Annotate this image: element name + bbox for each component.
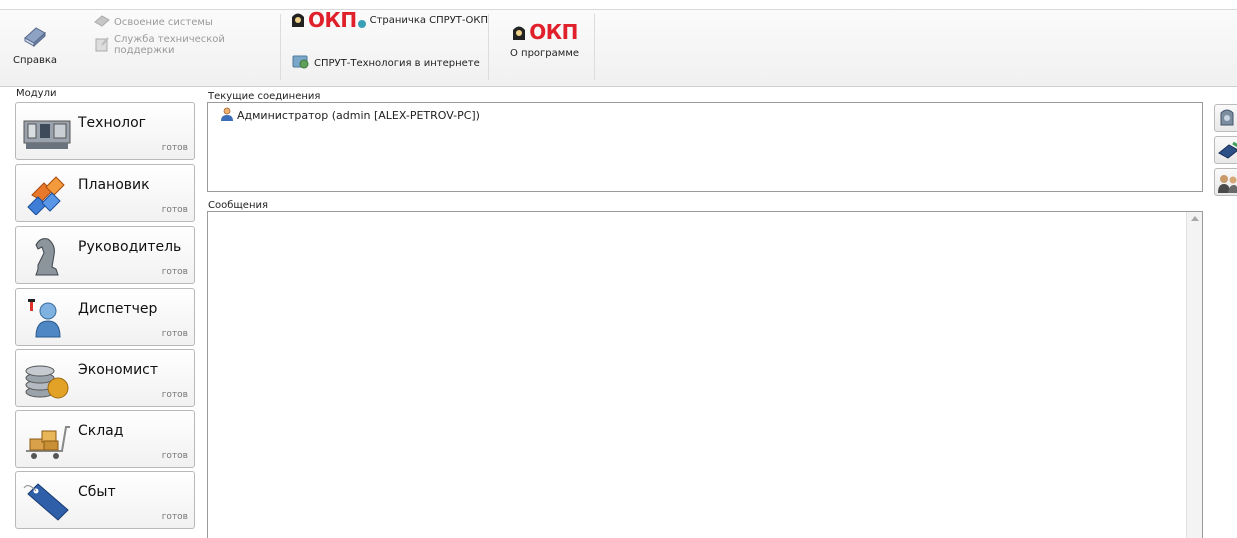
module-technologist[interactable]: Технолог готов <box>15 102 195 160</box>
about-logo-text: ОКП <box>529 20 578 44</box>
module-economist[interactable]: Экономист готов <box>15 349 195 407</box>
sale-tag-icon <box>22 480 74 522</box>
module-status: готов <box>161 451 188 461</box>
okp-logo: ОКП <box>290 7 366 32</box>
learning-button[interactable]: Освоение системы <box>94 14 213 31</box>
ribbon-separator <box>488 14 489 80</box>
messages-label: Сообщения <box>208 200 269 211</box>
module-sales[interactable]: Сбыт готов <box>15 471 195 529</box>
right-tool-button-sprut[interactable] <box>1214 104 1237 132</box>
internet-link-label: СПРУТ-Технология в интернете <box>314 58 480 69</box>
ribbon-separator <box>594 14 595 80</box>
right-tool-button-users[interactable] <box>1214 168 1237 196</box>
module-status: готов <box>161 143 188 153</box>
coins-icon <box>22 358 74 400</box>
support-button[interactable]: Служба технической поддержки <box>94 34 234 56</box>
module-status: готов <box>161 390 188 400</box>
chess-knight-icon <box>22 235 74 277</box>
about-okp-logo: ОКП <box>511 20 578 44</box>
ribbon-separator <box>280 14 281 80</box>
connection-item[interactable]: Администратор (admin [ALEX-PETROV-PC]) <box>220 107 480 124</box>
module-status: готов <box>161 205 188 215</box>
help-button[interactable]: Справка <box>12 24 58 66</box>
modules-label: Модули <box>16 88 57 99</box>
module-title: Экономист <box>78 362 159 378</box>
module-title: Диспетчер <box>78 301 158 317</box>
module-status: готов <box>161 329 188 339</box>
connections-list[interactable]: Администратор (admin [ALEX-PETROV-PC]) <box>207 102 1203 192</box>
module-warehouse[interactable]: Склад готов <box>15 410 195 468</box>
okp-logo-text: ОКП <box>308 7 357 32</box>
book-icon <box>1215 141 1237 163</box>
about-label: О программе <box>510 48 580 59</box>
dispatcher-icon <box>22 297 74 339</box>
module-manager[interactable]: Руководитель готов <box>15 226 195 284</box>
connections-label: Текущие соединения <box>208 91 321 102</box>
module-title: Склад <box>78 423 124 439</box>
about-logo-mark-icon <box>511 23 527 41</box>
module-title: Плановик <box>78 177 150 193</box>
help-label: Справка <box>12 55 58 66</box>
sprut-logo-icon <box>1215 109 1237 131</box>
right-tool-button-help[interactable] <box>1214 136 1237 164</box>
learning-label: Освоение системы <box>114 17 213 28</box>
module-title: Руководитель <box>78 239 182 255</box>
users-icon <box>1215 175 1237 195</box>
scroll-up-arrow-icon[interactable] <box>1191 216 1199 221</box>
okp-page-label: Страничка СПРУТ-ОКП <box>369 14 489 26</box>
connection-text: Администратор (admin [ALEX-PETROV-PC]) <box>237 109 480 122</box>
okp-logo-dot-icon <box>357 20 366 28</box>
module-title: Сбыт <box>78 484 116 500</box>
module-planner[interactable]: Плановик готов <box>15 164 195 222</box>
ribbon-toolbar: Справка Освоение системы Служба техничес… <box>0 9 1237 87</box>
user-icon <box>220 107 234 124</box>
help-book-icon <box>22 24 48 51</box>
okp-logo-mark-icon <box>290 11 306 29</box>
internet-link[interactable]: СПРУТ-Технология в интернете <box>292 54 480 73</box>
support-label: Служба технической поддержки <box>114 34 225 56</box>
messages-scrollbar[interactable] <box>1186 212 1202 538</box>
module-title: Технолог <box>78 115 147 131</box>
machine-icon <box>22 111 74 153</box>
messages-panel[interactable] <box>207 211 1203 538</box>
puzzle-icon <box>22 173 74 216</box>
okp-page-link[interactable]: ОКП Страничка СПРУТ-ОКП <box>290 7 489 32</box>
support-document-icon <box>94 36 110 55</box>
module-status: готов <box>161 512 188 522</box>
module-status: готов <box>161 267 188 277</box>
about-button[interactable]: ОКП О программе <box>510 20 579 59</box>
warehouse-cart-icon <box>22 419 74 461</box>
learning-book-icon <box>94 14 110 31</box>
module-dispatcher[interactable]: Диспетчер готов <box>15 288 195 346</box>
internet-globe-icon <box>292 54 310 73</box>
